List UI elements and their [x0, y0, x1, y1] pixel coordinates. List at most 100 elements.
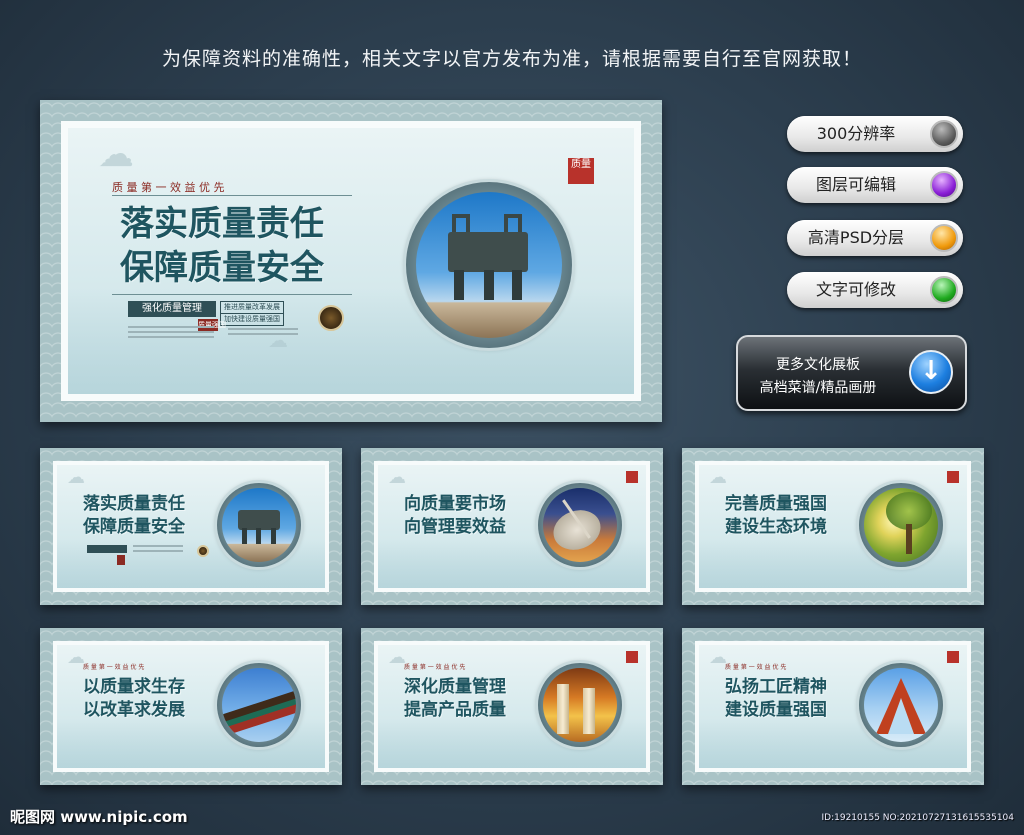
status-dot-icon: [930, 171, 958, 199]
slogan-line-2: 保障质量安全: [120, 248, 324, 288]
slogan-line-2: 保障质量安全: [83, 517, 185, 537]
slogan-line-1: 深化质量管理: [404, 677, 506, 697]
bronze-ding-photo: [222, 488, 296, 562]
bronze-ding-photo: [416, 192, 562, 338]
roof-photo: [222, 668, 296, 742]
ding-body: [238, 510, 280, 530]
cloud-ornament: ☁: [709, 467, 727, 488]
main-board-panel: ☁ ☁ 质量 质 量 第 一 效 益 优 先 落实质量责任 保障质量安全 强化质…: [68, 128, 634, 394]
small-text-line: [128, 336, 214, 338]
red-seal: [626, 651, 638, 663]
ding-leg: [484, 270, 494, 300]
tag-dark: [87, 545, 127, 553]
ding-leg: [454, 270, 464, 300]
slogan-line-2: 提高产品质量: [404, 700, 506, 720]
ding-body: [448, 232, 528, 272]
tag-strengthen: 强化质量管理: [128, 301, 216, 317]
feature-label: 高清PSD分层: [807, 228, 905, 247]
small-text-lines: [228, 328, 298, 338]
thumb-slogan: 以质量求生存 以改革求发展: [83, 676, 185, 722]
thumb-board-4: ☁ 质 量 第 一 效 益 优 先 以质量求生存 以改革求发展: [40, 628, 342, 785]
ding-ear: [504, 214, 522, 234]
cta-line-2: 高档菜谱/精品画册: [759, 380, 877, 396]
red-seal: 质量: [568, 158, 594, 184]
seal-text: 质量: [571, 159, 591, 170]
red-seal: [947, 651, 959, 663]
red-seal: [626, 471, 638, 483]
ding-leg: [256, 528, 261, 544]
thumb-slogan: 深化质量管理 提高产品质量: [404, 676, 506, 722]
pillar-photo: [543, 668, 617, 742]
feature-label: 300分辨率: [816, 124, 896, 143]
thumb-slogan: 完善质量强国 建设生态环境: [725, 493, 827, 539]
status-dot-icon: [930, 276, 958, 304]
cloud-ornament: ☁: [67, 467, 85, 488]
tree-photo: [864, 488, 938, 562]
thumb-panel: ☁ 向质量要市场 向管理要效益: [378, 465, 646, 588]
small-text-line: [133, 550, 183, 552]
subtitle-rule: [112, 195, 352, 196]
cta-line-1: 更多文化展板: [776, 357, 860, 373]
ding-leg: [271, 528, 276, 544]
watermark-left: 昵图网 www.nipic.com: [10, 808, 188, 826]
feature-label: 图层可编辑: [815, 175, 896, 194]
small-text-line: [228, 328, 298, 330]
thumb-subtitle: 质 量 第 一 效 益 优 先: [404, 664, 466, 671]
small-text-lines: [128, 326, 214, 341]
slogan-line-1: 弘扬工匠精神: [725, 677, 827, 697]
thumb-panel: ☁ 质 量 第 一 效 益 优 先 以质量求生存 以改革求发展: [57, 645, 325, 768]
thumb-panel: ☁ 落实质量责任 保障质量安全: [57, 465, 325, 588]
tag-red: [117, 555, 125, 565]
ding-leg: [512, 270, 522, 300]
feature-pill-text: 文字可修改: [787, 272, 963, 308]
thumb-slogan: 弘扬工匠精神 建设质量强国: [725, 676, 827, 722]
thumb-panel: ☁ 质 量 第 一 效 益 优 先 弘扬工匠精神 建设质量强国: [699, 645, 967, 768]
slogan-line-2: 建设生态环境: [725, 517, 827, 537]
main-slogan: 落实质量责任 保障质量安全: [120, 202, 324, 290]
more-boards-button[interactable]: 更多文化展板 高档菜谱/精品画册 ↓: [736, 335, 967, 411]
small-text-lines: [133, 545, 183, 555]
bronze-medal: [318, 305, 344, 331]
slogan-line-1: 落实质量责任: [120, 204, 324, 244]
status-dot-icon: [930, 120, 958, 148]
notice-text: 为保障资料的准确性，相关文字以官方发布为准，请根据需要自行至官网获取！: [161, 48, 862, 70]
thumb-subtitle: 质 量 第 一 效 益 优 先: [725, 664, 787, 671]
slogan-line-2: 以改革求发展: [83, 700, 185, 720]
cloud-ornament: ☁: [98, 134, 134, 175]
stone-pillar: [557, 684, 569, 734]
cloud-ornament: ☁: [388, 467, 406, 488]
watermark-right: ID:19210155 NO:20210727131615535104: [821, 813, 1015, 823]
bronze-medal: [197, 545, 209, 557]
stone-pillar: [583, 688, 595, 734]
slogan-line-1: 落实质量责任: [83, 494, 185, 514]
thumb-panel: ☁ 完善质量强国 建设生态环境: [699, 465, 967, 588]
thumb-board-5: ☁ 质 量 第 一 效 益 优 先 深化质量管理 提高产品质量: [361, 628, 663, 785]
slogan-line-2: 建设质量强国: [725, 700, 827, 720]
feature-label: 文字可修改: [815, 280, 896, 299]
small-text-line: [128, 326, 214, 328]
thumb-board-3: ☁ 完善质量强国 建设生态环境: [682, 448, 984, 605]
feature-pill-resolution: 300分辨率: [787, 116, 963, 152]
thumb-panel: ☁ 质 量 第 一 效 益 优 先 深化质量管理 提高产品质量: [378, 645, 646, 768]
feature-pill-psd: 高清PSD分层: [787, 220, 963, 256]
thumb-board-6: ☁ 质 量 第 一 效 益 优 先 弘扬工匠精神 建设质量强国: [682, 628, 984, 785]
thumb-subtitle: 质 量 第 一 效 益 优 先: [83, 664, 145, 671]
slogan-line-2: 向管理要效益: [404, 517, 506, 537]
small-text-line: [228, 333, 298, 335]
slogan-line-1: 向质量要市场: [404, 494, 506, 514]
tree-trunk: [906, 524, 912, 554]
small-text-line: [133, 545, 183, 547]
download-arrow-icon[interactable]: ↓: [909, 350, 953, 394]
sundial-face: [547, 503, 607, 557]
red-seal: [947, 471, 959, 483]
thumb-board-2: ☁ 向质量要市场 向管理要效益: [361, 448, 663, 605]
thumb-slogan: 向质量要市场 向管理要效益: [404, 493, 506, 539]
arch-opening: [888, 698, 914, 734]
feature-pill-layers: 图层可编辑: [787, 167, 963, 203]
arch-photo: [864, 668, 938, 742]
small-text-line: [128, 331, 214, 333]
ding-leg: [242, 528, 247, 544]
sundial-photo: [543, 488, 617, 562]
slogan-line-1: 以质量求生存: [83, 677, 185, 697]
ding-ear: [452, 214, 470, 234]
